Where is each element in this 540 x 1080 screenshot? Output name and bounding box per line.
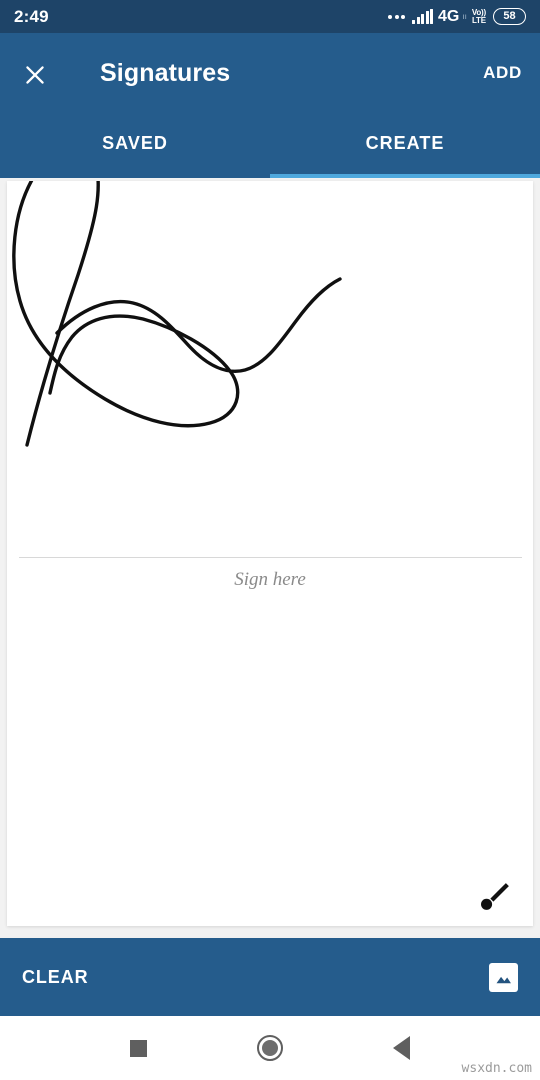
tab-create-label: CREATE: [365, 133, 445, 153]
signature-baseline: [19, 557, 522, 558]
volte-icon: Vo)) LTE: [471, 8, 486, 25]
circle-home-icon[interactable]: [257, 1035, 283, 1061]
close-icon[interactable]: [14, 54, 56, 96]
sign-here-hint: Sign here: [234, 569, 306, 590]
signature-card: Sign here: [7, 181, 533, 926]
add-button[interactable]: ADD: [483, 33, 522, 113]
image-picker-icon[interactable]: [489, 962, 518, 992]
phone-screen: 2:49 4G ıı Vo)) LTE 58 Signatures ADD SA…: [0, 0, 540, 1080]
tab-saved[interactable]: SAVED: [0, 113, 270, 178]
volte-bottom-label: LTE: [471, 15, 486, 25]
signal-bars-icon: [412, 9, 434, 24]
battery-icon: 58: [493, 8, 526, 25]
page-title: Signatures: [100, 58, 231, 87]
signature-canvas[interactable]: [7, 181, 533, 556]
more-dots-icon: [388, 14, 406, 19]
battery-level-label: 58: [503, 10, 516, 22]
app-bar-top-row: Signatures ADD: [0, 33, 540, 113]
status-icons: 4G ıı Vo)) LTE 58: [388, 8, 526, 25]
status-clock: 2:49: [14, 6, 49, 26]
tab-bar: SAVED CREATE: [0, 113, 540, 178]
status-bar: 2:49 4G ıı Vo)) LTE 58: [0, 0, 540, 33]
content-area: Sign here: [0, 178, 540, 936]
paintbrush-icon[interactable]: [475, 878, 513, 916]
tab-create[interactable]: CREATE: [270, 113, 540, 178]
square-recents-icon[interactable]: [130, 1039, 147, 1057]
tab-saved-label: SAVED: [102, 133, 168, 153]
clear-button[interactable]: CLEAR: [22, 967, 89, 988]
triangle-back-icon[interactable]: [393, 1036, 410, 1060]
network-type-label: 4G: [438, 7, 460, 25]
sim-indicator-icon: ıı: [462, 11, 467, 21]
android-nav-bar: [0, 1016, 540, 1080]
app-bar: Signatures ADD SAVED CREATE: [0, 33, 540, 178]
bottom-action-bar: CLEAR: [0, 938, 540, 1016]
watermark: wsxdn.com: [461, 1061, 532, 1076]
